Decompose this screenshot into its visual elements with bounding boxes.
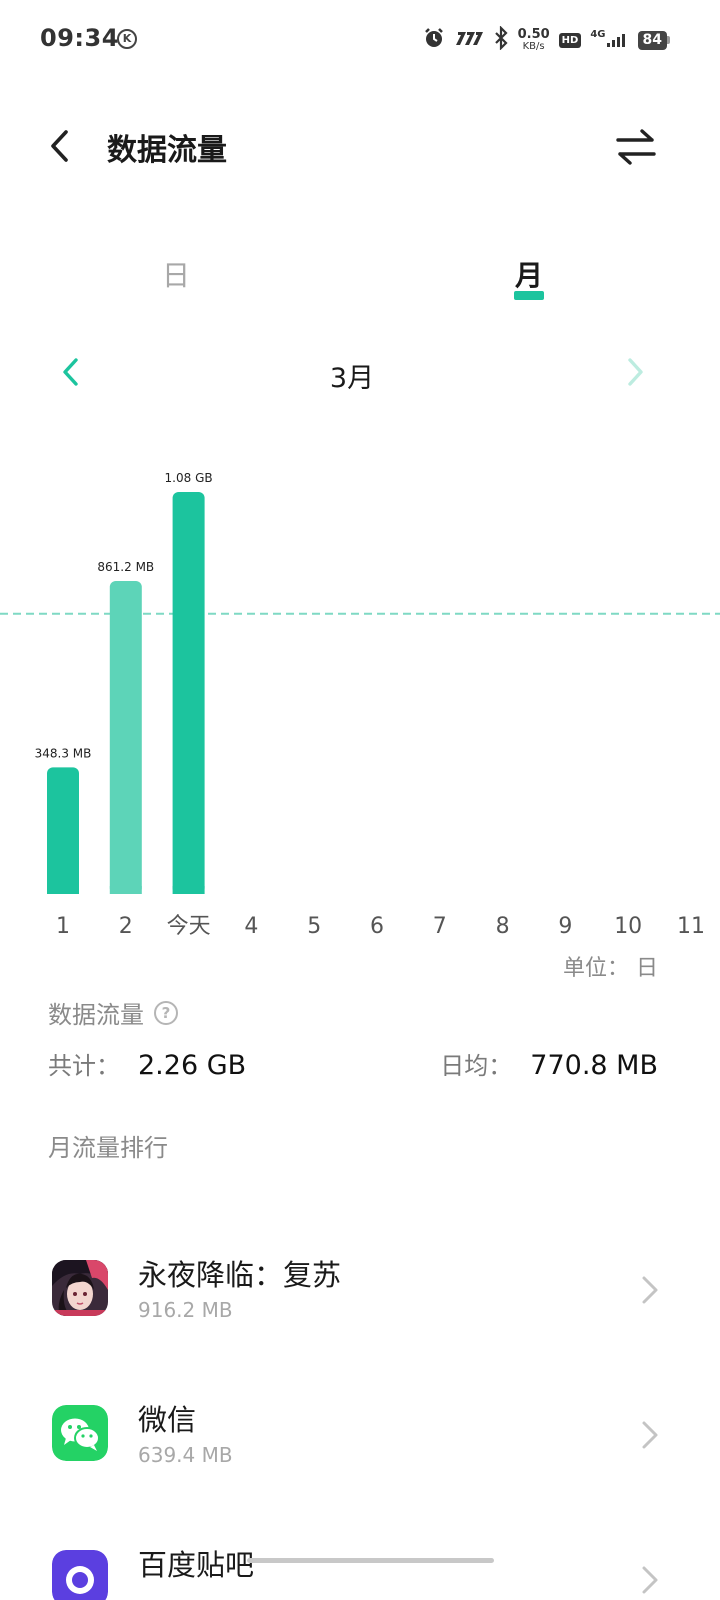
average-value: 770.8 MB	[530, 1050, 658, 1081]
bar-base-1	[47, 886, 79, 894]
data-label-2: 861.2 MB	[97, 560, 154, 574]
app-name: 微信	[138, 1403, 197, 1437]
chevron-right-icon	[628, 358, 643, 386]
network-speed: 0.50 KB/s	[518, 28, 550, 52]
alarm-icon	[423, 27, 445, 53]
data-usage-section: 数据流量 ?	[48, 995, 178, 1030]
battery-tip	[667, 36, 670, 44]
x-tick-2: 2	[119, 914, 133, 939]
network-type: 4G	[590, 29, 606, 40]
daily-average: 日均： 770.8 MB	[440, 1046, 658, 1081]
x-tick-11: 11	[677, 914, 705, 939]
battery-indicator: 84	[637, 30, 670, 50]
chevron-right-icon	[642, 1276, 658, 1304]
switch-sim-button[interactable]	[612, 122, 660, 170]
ranking-title: 月流量排行	[48, 1134, 168, 1162]
x-tick-9: 9	[558, 914, 572, 939]
help-icon[interactable]: ?	[154, 1000, 178, 1025]
app-usage: 916.2 MB	[138, 1298, 233, 1322]
status-bar: 09:34 K 0.50 KB/s HD 4G 84	[0, 0, 720, 80]
x-tick-1: 1	[56, 914, 70, 939]
k-badge-icon: K	[117, 29, 137, 49]
x-tick-今天: 今天	[167, 914, 211, 939]
x-tick-6: 6	[370, 914, 384, 939]
bar-day-今天[interactable]	[172, 492, 205, 894]
speed-unit: KB/s	[522, 41, 545, 52]
app-row-tieba[interactable]: 百度贴吧	[0, 1530, 720, 1600]
x-tick-10: 10	[614, 914, 642, 939]
data-label-1: 348.3 MB	[35, 746, 92, 760]
app-row-yongye[interactable]: 永夜降临：复苏 916.2 MB	[0, 1240, 720, 1360]
total-usage: 共计： 2.26 GB	[48, 1046, 246, 1081]
bar-day-2[interactable]	[109, 580, 142, 894]
back-button[interactable]	[40, 122, 84, 170]
status-time: 09:34	[40, 24, 119, 52]
next-month-button[interactable]	[612, 350, 656, 394]
bar-base-2	[109, 886, 142, 894]
home-indicator[interactable]	[247, 1558, 494, 1563]
back-arrow-icon	[51, 130, 68, 162]
carrier-logo-icon	[454, 28, 484, 52]
chart-svg: 348.3 MB 1 861.2 MB 2 1.08 GB 今天 4 5 6 7 8 9 10 11	[0, 471, 720, 939]
data-label-今天: 1.08 GB	[165, 471, 213, 485]
tieba-icon	[52, 1550, 108, 1600]
bar-day-1[interactable]	[47, 767, 79, 894]
chevron-left-icon	[63, 358, 78, 386]
chart-unit-label: 单位： 日	[563, 956, 658, 981]
section-title: 数据流量	[48, 1001, 144, 1029]
total-label: 共计：	[48, 1052, 120, 1080]
x-tick-7: 7	[433, 914, 447, 939]
chevron-right-icon	[642, 1421, 658, 1449]
daily-usage-chart: 348.3 MB 1 861.2 MB 2 1.08 GB 今天 4 5 6 7 8 9 10 11	[0, 440, 720, 940]
previous-month-button[interactable]	[50, 350, 94, 394]
app-row-wechat[interactable]: 微信 639.4 MB	[0, 1385, 720, 1505]
average-label: 日均：	[440, 1052, 513, 1080]
chevron-right-icon	[642, 1566, 658, 1594]
x-tick-4: 4	[244, 914, 258, 939]
x-tick-8: 8	[496, 914, 510, 939]
bar-base-今天	[172, 886, 205, 894]
swap-arrows-icon	[616, 129, 656, 165]
tab-active-indicator	[514, 291, 544, 300]
month-label: 3月	[329, 363, 375, 394]
app-usage: 639.4 MB	[138, 1443, 233, 1467]
battery-level: 84	[637, 30, 667, 50]
game-avatar-icon	[52, 1260, 108, 1316]
signal-icon: 4G	[590, 29, 628, 47]
bluetooth-icon	[493, 25, 509, 54]
hd-badge: HD	[558, 32, 582, 48]
app-name: 永夜降临：复苏	[138, 1258, 342, 1292]
page-title: 数据流量	[107, 133, 227, 168]
total-value: 2.26 GB	[138, 1050, 247, 1081]
speed-value: 0.50	[517, 27, 550, 42]
status-icons: 0.50 KB/s HD 4G 84	[423, 24, 670, 56]
tab-month[interactable]: 月	[489, 254, 569, 294]
wechat-icon	[52, 1405, 108, 1461]
x-tick-5: 5	[307, 914, 321, 939]
app-name: 百度贴吧	[138, 1548, 255, 1582]
tab-day[interactable]: 日	[136, 254, 216, 294]
